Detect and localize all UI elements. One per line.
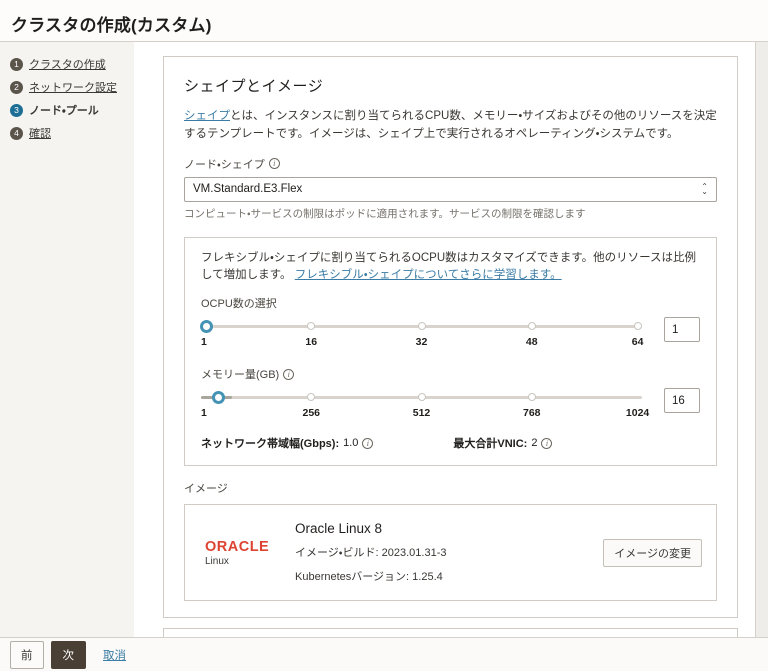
- change-image-button[interactable]: イメージの変更: [603, 538, 702, 567]
- node-shape-help-text: コンピュート・サービスの制限はポッドに適用されます。サービスの制限を確認します: [184, 207, 586, 220]
- ocpu-tick-label-1: 1: [201, 336, 207, 349]
- vnic-info-icon[interactable]: i: [541, 437, 553, 449]
- memory-slider-label: メモリー量(GB): [201, 369, 280, 382]
- image-build-value: 2023.01.31-3: [381, 547, 447, 560]
- image-k8s-value: 1.25.4: [412, 571, 443, 584]
- cancel-link[interactable]: 取消: [103, 647, 126, 663]
- previous-button[interactable]: 前: [10, 640, 44, 669]
- ocpu-tick-label-32: 32: [415, 336, 428, 349]
- bandwidth-value: 1.0: [343, 437, 359, 450]
- ocpu-slider-handle[interactable]: [200, 320, 213, 334]
- memory-tick-label-1: 1: [201, 407, 207, 420]
- ocpu-slider[interactable]: 1 16 32 48 64: [200, 320, 644, 350]
- vnic-stat: 最大合計VNIC: 2 i: [453, 435, 553, 451]
- memory-slider-handle[interactable]: [212, 391, 226, 405]
- oracle-logo-word: ORACLE: [205, 538, 270, 555]
- memory-tick-label-1024: 1024: [625, 407, 650, 420]
- image-build-line: イメージ・ビルド: 2023.01.31-3: [295, 544, 603, 560]
- memory-tick-512: [417, 393, 426, 402]
- step-network-settings[interactable]: 2 ネットワーク設定: [10, 79, 126, 95]
- ocpu-slider-label: OCPU数の選択: [201, 298, 277, 311]
- image-meta: Oracle Linux 8 イメージ・ビルド: 2023.01.31-3 Ku…: [295, 521, 603, 584]
- step-4-circle-icon: 4: [10, 126, 23, 140]
- node-pool-options-card: ノード・プール・オプション ノード数 i ネットワーク・セキュリティ・グループ(…: [163, 628, 738, 637]
- memory-tick-256: [307, 393, 316, 402]
- wizard-footer: 前 次 取消: [0, 637, 768, 671]
- node-shape-label-row: ノード・シェイプ i: [184, 156, 717, 172]
- bandwidth-info-icon[interactable]: i: [362, 437, 374, 449]
- step-node-pool[interactable]: 3 ノード・プール: [10, 102, 126, 118]
- ocpu-tick-label-64: 64: [631, 336, 644, 349]
- image-k8s-line: Kubernetesバージョン: 1.25.4: [295, 568, 603, 584]
- ocpu-tick-48: [527, 322, 536, 331]
- memory-tick-label-256: 256: [302, 407, 321, 420]
- step-3-label: ノード・プール: [29, 105, 99, 117]
- wizard-steps-sidebar: 1 クラスタの作成 2 ネットワーク設定 3 ノード・プール 4 確認: [0, 42, 134, 637]
- step-confirm[interactable]: 4 確認: [10, 125, 126, 141]
- shape-intro-text: シェイプとは、インスタンスに割り当てられるCPU数、メモリー・サイズおよびその他…: [184, 108, 717, 144]
- ocpu-tick-label-48: 48: [525, 336, 538, 349]
- oracle-logo-sub: Linux: [205, 555, 229, 567]
- vnic-label: 最大合計VNIC:: [453, 438, 528, 451]
- bandwidth-stat: ネットワーク帯域幅(Gbps): 1.0 i: [201, 435, 374, 451]
- memory-info-icon[interactable]: i: [283, 368, 295, 380]
- cluster-create-wizard: クラスタの作成(カスタム) 1 クラスタの作成 2 ネットワーク設定 3 ノード…: [0, 0, 768, 671]
- step-2-label[interactable]: ネットワーク設定: [29, 79, 117, 95]
- next-button[interactable]: 次: [50, 640, 86, 669]
- memory-amount-input[interactable]: [664, 388, 700, 414]
- ocpu-slider-row: 1 16 32 48 64: [200, 317, 700, 350]
- memory-slider-label-row: メモリー量(GB) i: [201, 366, 700, 382]
- memory-tick-label-768: 768: [522, 407, 541, 420]
- ocpu-tick-64: [634, 322, 642, 331]
- memory-slider[interactable]: 1 256 512 768 1024: [201, 391, 649, 421]
- memory-tick-768: [527, 393, 536, 402]
- memory-tick-label-512: 512: [412, 407, 431, 420]
- shape-doc-link[interactable]: シェイプ: [184, 110, 230, 122]
- flex-shape-text: フレキシブル・シェイプに割り当てられるOCPU数はカスタマイズできます。他のリソ…: [201, 250, 700, 286]
- image-k8s-label: Kubernetesバージョン:: [295, 571, 410, 584]
- select-updown-icon: ⌃ ⌄: [701, 182, 708, 197]
- main-content: シェイプとイメージ シェイプとは、インスタンスに割り当てられるCPU数、メモリー…: [134, 42, 755, 637]
- node-shape-value: VM.Standard.E3.Flex: [193, 183, 303, 196]
- step-1-circle-icon: 1: [10, 57, 23, 71]
- step-4-label[interactable]: 確認: [29, 125, 51, 141]
- bandwidth-label: ネットワーク帯域幅(Gbps):: [201, 438, 340, 451]
- image-name: Oracle Linux 8: [295, 521, 383, 537]
- oracle-linux-logo-icon: ORACLE Linux: [205, 539, 277, 567]
- ocpu-slider-label-row: OCPU数の選択: [201, 295, 700, 311]
- node-shape-info-icon[interactable]: i: [268, 158, 280, 170]
- node-shape-select[interactable]: VM.Standard.E3.Flex ⌃ ⌄: [184, 176, 717, 202]
- shape-image-card: シェイプとイメージ シェイプとは、インスタンスに割り当てられるCPU数、メモリー…: [163, 56, 738, 619]
- ocpu-tick-32: [417, 322, 426, 331]
- page-header: クラスタの作成(カスタム): [0, 0, 768, 41]
- flex-shape-box: フレキシブル・シェイプに割り当てられるOCPU数はカスタマイズできます。他のリソ…: [184, 236, 717, 467]
- ocpu-tick-16: [307, 322, 316, 331]
- ocpu-count-input[interactable]: [664, 317, 700, 343]
- shape-stats-row: ネットワーク帯域幅(Gbps): 1.0 i 最大合計VNIC: 2 i: [201, 435, 700, 451]
- step-3-circle-icon: 3: [10, 103, 23, 117]
- memory-slider-row: 1 256 512 768 1024: [201, 388, 700, 421]
- step-1-label[interactable]: クラスタの作成: [29, 56, 106, 72]
- image-card: ORACLE Linux Oracle Linux 8 イメージ・ビルド: 20…: [184, 504, 717, 602]
- node-shape-label: ノード・シェイプ: [184, 158, 265, 171]
- shape-intro-rest: とは、インスタンスに割り当てられるCPU数、メモリー・サイズおよびその他のリソー…: [184, 110, 717, 140]
- right-gutter: [755, 42, 768, 637]
- step-cluster-create[interactable]: 1 クラスタの作成: [10, 56, 126, 72]
- image-label: イメージ: [184, 483, 228, 496]
- ocpu-tick-label-16: 16: [305, 336, 318, 349]
- shape-section-title: シェイプとイメージ: [184, 78, 324, 95]
- step-2-circle-icon: 2: [10, 80, 23, 94]
- flex-shape-learn-link[interactable]: フレキシブル・シェイプについてさらに学習します。: [295, 269, 562, 281]
- image-build-label: イメージ・ビルド:: [295, 547, 379, 560]
- vnic-value: 2: [531, 437, 538, 450]
- page-title: クラスタの作成(カスタム): [11, 16, 212, 35]
